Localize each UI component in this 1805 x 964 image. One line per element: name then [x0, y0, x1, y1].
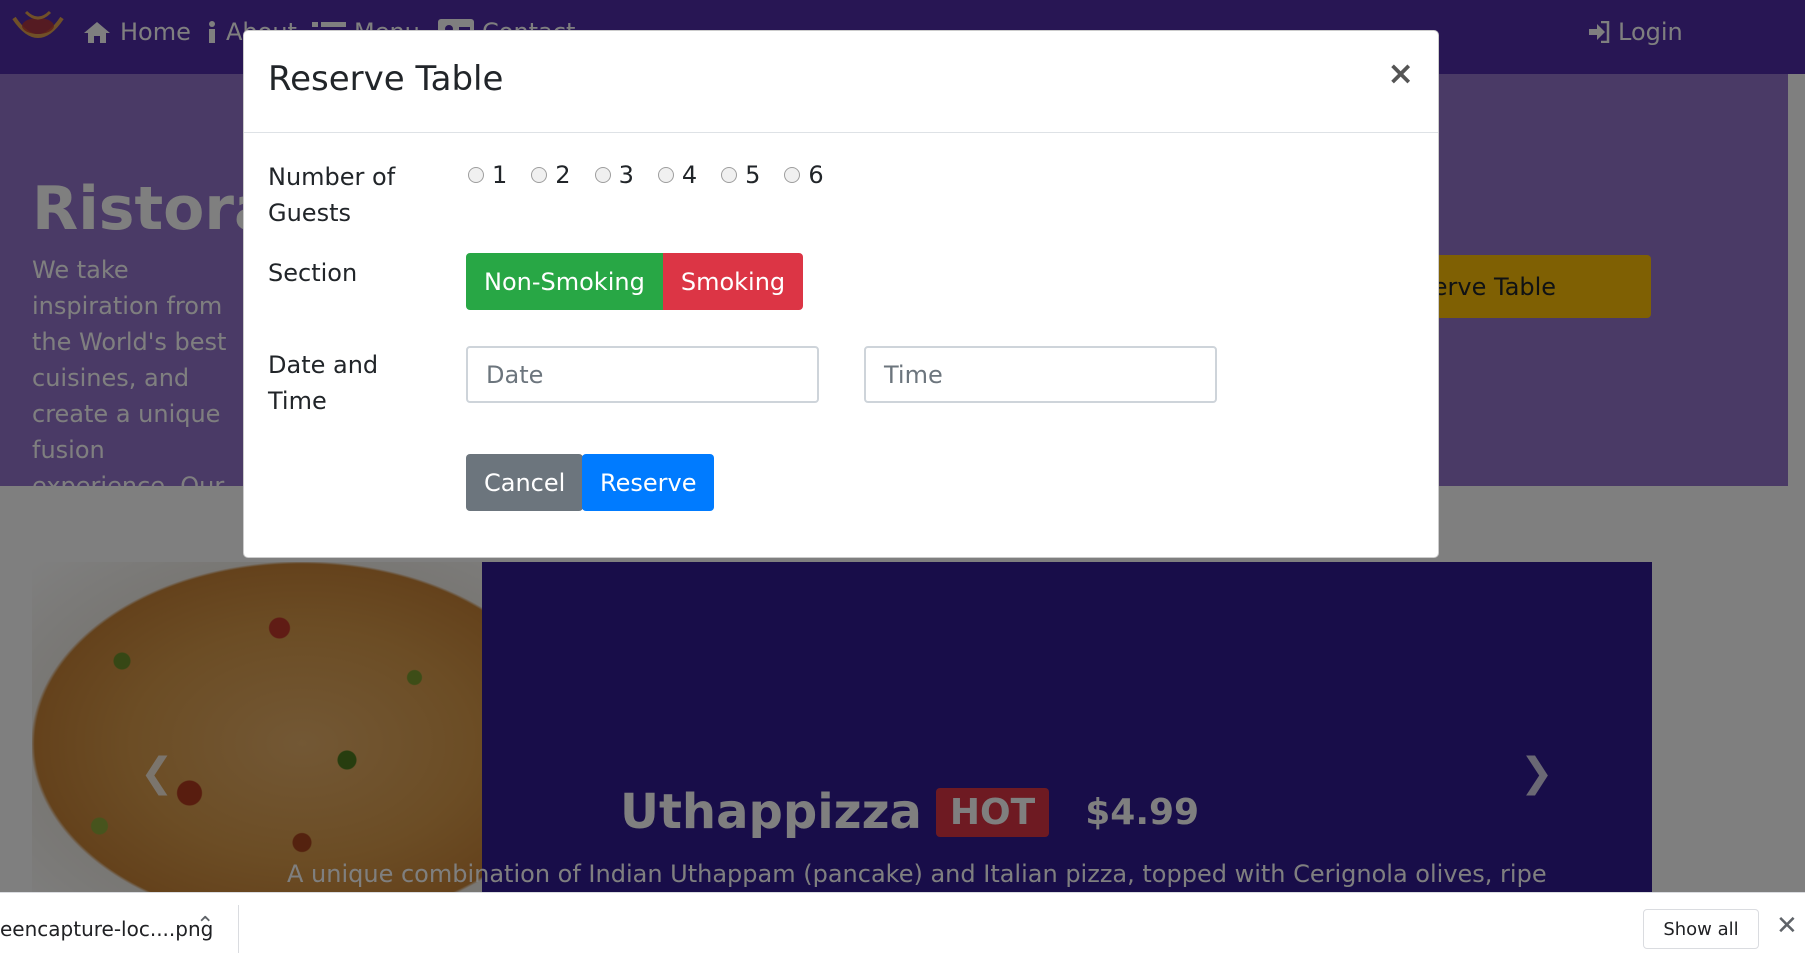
radio-button[interactable]: [594, 167, 611, 183]
guests-radio-group: 1 2 3 4 5 6: [468, 161, 848, 189]
reserve-table-modal: Reserve Table × Number of Guests 1 2 3 4…: [243, 30, 1439, 558]
guest-option-3[interactable]: 3: [594, 161, 634, 189]
radio-button[interactable]: [531, 167, 548, 183]
section-toggle: Non-Smoking Smoking: [466, 253, 804, 310]
radio-button[interactable]: [657, 167, 674, 183]
non-smoking-button[interactable]: Non-Smoking: [466, 253, 663, 310]
section-label: Section: [268, 259, 358, 287]
guest-option-1[interactable]: 1: [468, 161, 507, 189]
guests-label: Number of Guests: [268, 163, 396, 227]
guest-option-label: 1: [492, 161, 508, 189]
modal-header: Reserve Table ×: [244, 31, 1438, 133]
guest-option-label: 5: [745, 161, 761, 189]
close-icon[interactable]: ✕: [1776, 911, 1798, 941]
page: Home About Menu Contact Login: [0, 0, 1805, 892]
date-input[interactable]: Date: [466, 346, 819, 403]
download-file-name[interactable]: eencapture-loc....png: [0, 917, 213, 941]
guest-option-4[interactable]: 4: [657, 161, 698, 189]
time-input[interactable]: Time: [864, 346, 1217, 403]
modal-title: Reserve Table: [268, 59, 504, 99]
divider: [238, 905, 239, 953]
close-icon[interactable]: ×: [1387, 57, 1414, 89]
chevron-up-icon[interactable]: ⌃: [196, 913, 214, 938]
radio-button[interactable]: [468, 167, 484, 183]
reserve-button[interactable]: Reserve: [582, 454, 715, 511]
radio-button[interactable]: [721, 167, 738, 183]
download-bar: eencapture-loc....png ⌃ Show all ✕: [0, 892, 1805, 964]
datetime-label: Date and Time: [268, 351, 379, 415]
guest-option-label: 2: [555, 161, 571, 189]
smoking-button[interactable]: Smoking: [662, 253, 804, 310]
radio-button[interactable]: [784, 167, 801, 183]
guest-option-label: 6: [808, 161, 824, 189]
guest-option-label: 4: [681, 161, 698, 189]
cancel-button[interactable]: Cancel: [466, 454, 584, 511]
guest-option-6[interactable]: 6: [784, 161, 824, 189]
guest-option-label: 3: [618, 161, 634, 189]
show-all-button[interactable]: Show all: [1643, 909, 1759, 949]
guest-option-2[interactable]: 2: [531, 161, 571, 189]
guest-option-5[interactable]: 5: [721, 161, 760, 189]
